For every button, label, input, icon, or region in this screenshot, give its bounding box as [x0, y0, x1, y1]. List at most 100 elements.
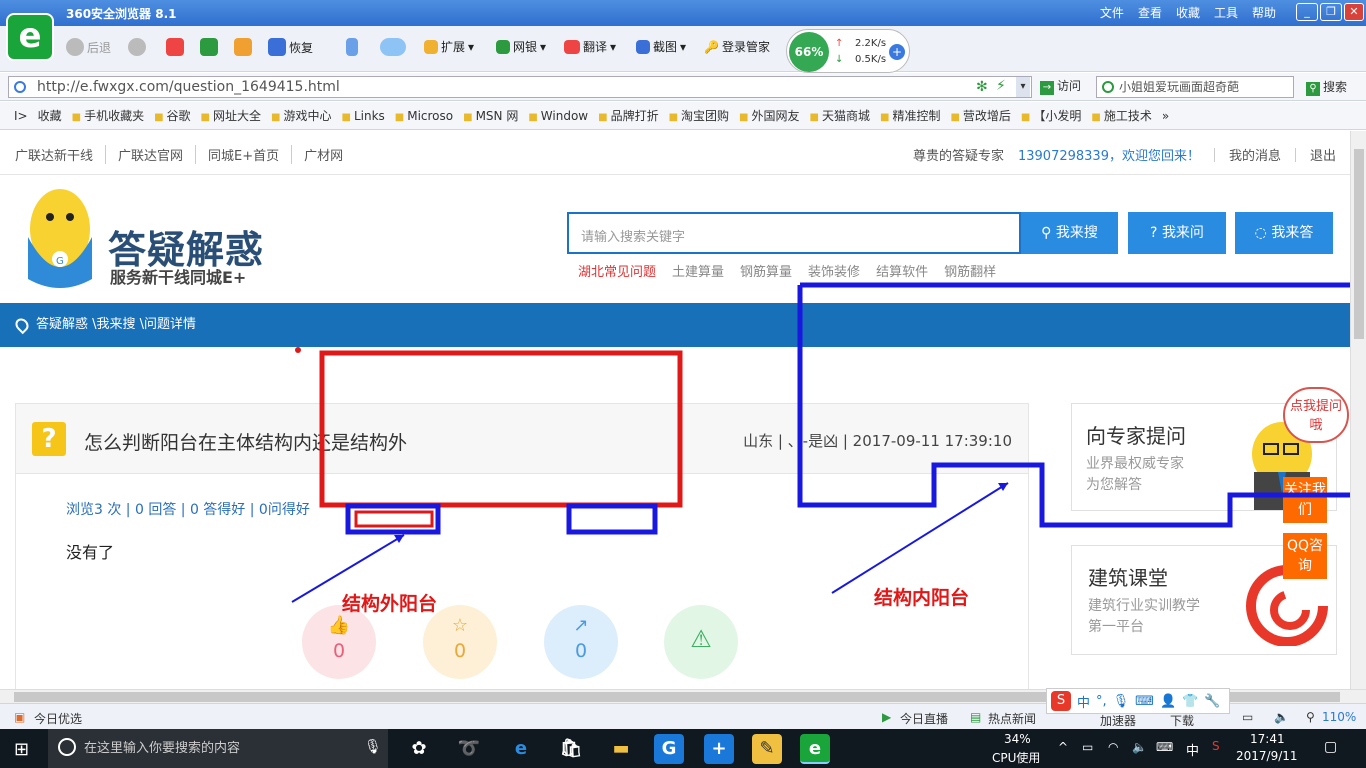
screenshot-button[interactable]: 截图 ▾ [636, 38, 686, 55]
clock-date[interactable]: 2017/9/11 [1236, 749, 1298, 763]
plus-app-icon[interactable]: + [704, 734, 734, 764]
shirt-icon[interactable]: 👕 [1182, 694, 1198, 709]
app-icon[interactable]: ✿ [404, 734, 434, 764]
bookmark-item[interactable]: 谷歌 [154, 107, 191, 124]
plus-icon[interactable]: + [889, 44, 905, 60]
maximize-button[interactable]: ❐ [1320, 3, 1342, 21]
annotation-inside-balcony: 结构内阳台 [874, 587, 970, 609]
refresh-button[interactable] [200, 38, 218, 56]
web-page: 广联达新干线 广联达官网 同城E+首页 广材网 尊贵的答疑专家 13907298… [0, 131, 1350, 689]
store-icon[interactable]: 🛍 [556, 734, 586, 764]
more-bookmarks-icon[interactable]: » [1162, 109, 1169, 123]
volume-icon[interactable]: 🔈 [1132, 740, 1147, 754]
browser-swirl-icon[interactable]: ➰ [454, 734, 484, 764]
menu-view[interactable]: 查看 [1138, 4, 1162, 21]
minimize-button[interactable]: _ [1296, 3, 1318, 21]
menu-tools[interactable]: 工具 [1214, 4, 1238, 21]
key-icon: 🔑 [704, 39, 719, 54]
home-button[interactable] [234, 38, 252, 56]
back-arrow-icon [66, 38, 84, 56]
bookmark-item[interactable]: 品牌打折 [598, 107, 659, 124]
user-icon[interactable]: 👤 [1160, 694, 1176, 709]
punctuation-icon[interactable]: °, [1096, 694, 1107, 709]
bookmark-item[interactable]: 手机收藏夹 [72, 107, 144, 124]
volume-icon[interactable]: 🔈 [1274, 710, 1289, 724]
bookmark-item[interactable]: MSN 网 [463, 107, 519, 124]
clock-time[interactable]: 17:41 [1250, 732, 1285, 746]
browser-search-button[interactable]: ⚲ 搜索 [1306, 78, 1347, 96]
bookmark-item[interactable]: 精准控制 [880, 107, 940, 124]
back-button[interactable]: 后退 [66, 38, 111, 56]
today-picks[interactable]: 今日优选 [34, 710, 82, 727]
microphone-icon[interactable]: 🎙 [1113, 694, 1130, 709]
menu-favorites[interactable]: 收藏 [1176, 4, 1200, 21]
keyboard-icon[interactable]: ⌨ [1135, 694, 1154, 709]
bookmark-item[interactable]: Links [341, 109, 385, 123]
restore-button[interactable]: 恢复 [268, 38, 313, 56]
bookmark-item[interactable]: 淘宝团购 [669, 107, 729, 124]
stop-button[interactable] [166, 38, 184, 56]
phone-button[interactable] [346, 38, 358, 56]
forward-button[interactable] [128, 38, 146, 56]
ime-indicator[interactable]: 中 [1186, 740, 1199, 759]
bookmark-item[interactable]: 施工技术 [1091, 107, 1152, 124]
microphone-icon[interactable]: 🎙 [364, 739, 382, 755]
scroll-thumb[interactable] [1354, 149, 1364, 339]
browser-search-input[interactable]: 小姐姐爱玩画面超奇葩 [1096, 76, 1294, 98]
menu-file[interactable]: 文件 [1100, 4, 1124, 21]
notification-icon[interactable]: ▢ [1324, 739, 1337, 755]
notes-icon[interactable]: ✎ [752, 734, 782, 764]
today-live[interactable]: 今日直播 [900, 710, 948, 727]
accelerator[interactable]: 加速器 [1100, 712, 1136, 729]
browser-logo-icon[interactable]: e [6, 13, 54, 61]
upload-speed: 2.2K/s [855, 38, 887, 49]
battery-icon[interactable]: ▭ [1082, 740, 1093, 754]
login-manager-button[interactable]: 🔑 登录管家 [704, 38, 770, 55]
bookmark-item[interactable]: 【小发明 [1021, 107, 1081, 124]
vertical-scrollbar[interactable] [1350, 131, 1366, 689]
edge-icon[interactable]: e [506, 734, 536, 764]
translate-button[interactable]: 翻译 ▾ [564, 38, 616, 55]
bookmark-item[interactable]: 网址大全 [201, 107, 261, 124]
gift-icon: ▣ [14, 710, 26, 724]
windows-start-icon[interactable]: ⊞ [14, 739, 29, 760]
undo-icon [268, 38, 286, 56]
bookmark-item[interactable]: 游戏中心 [271, 107, 331, 124]
folder-icon[interactable]: ▬ [606, 734, 636, 764]
wifi-icon[interactable]: ◠ [1108, 740, 1118, 754]
lightning-icon[interactable]: ⚡ [996, 78, 1006, 94]
ime-toolbar[interactable]: S 中 °, 🎙 ⌨ 👤 👕 🔧 [1046, 688, 1230, 714]
bookmark-item[interactable]: Microso [395, 109, 453, 123]
cloud-icon [380, 38, 406, 56]
keyboard-icon[interactable]: ⌨ [1156, 740, 1173, 754]
menu-help[interactable]: 帮助 [1252, 4, 1276, 21]
window-icon[interactable]: ▭ [1242, 710, 1253, 724]
zoom-level[interactable]: 110% [1322, 710, 1356, 724]
bookmark-item[interactable]: Window [528, 109, 588, 123]
taskbar-search[interactable]: 在这里输入你要搜索的内容 [48, 729, 388, 768]
close-window-button[interactable]: ✕ [1344, 3, 1364, 21]
scissors-icon [636, 39, 650, 54]
sidebar-toggle-icon[interactable]: I> [14, 109, 28, 123]
chevron-down-icon[interactable]: ▾ [1016, 77, 1030, 97]
bookmark-item[interactable]: 天猫商城 [810, 107, 870, 124]
hot-news[interactable]: 热点新闻 [988, 710, 1036, 727]
download-manager[interactable]: 下载 [1170, 712, 1194, 729]
bookmark-item[interactable]: 营改增后 [950, 107, 1011, 124]
bookmark-item[interactable]: 收藏 [38, 107, 62, 124]
wrench-icon[interactable]: 🔧 [1204, 694, 1220, 709]
netbank-button[interactable]: 网银 ▾ [496, 38, 546, 55]
cloud-button[interactable] [380, 38, 406, 56]
bookmark-item[interactable]: 外国网友 [739, 107, 800, 124]
ime-mode[interactable]: 中 [1077, 692, 1090, 711]
browser-360-icon[interactable]: e [800, 734, 830, 764]
chevron-up-icon[interactable]: ^ [1058, 740, 1068, 754]
sogou-icon[interactable]: S [1212, 739, 1220, 753]
extend-button[interactable]: 扩展 ▾ [424, 38, 474, 55]
visit-button[interactable]: → 访问 [1040, 77, 1081, 95]
glodon-icon[interactable]: G [654, 734, 684, 764]
url-input[interactable]: http://e.fwxgx.com/question_1649415.html [8, 76, 1032, 98]
network-speed-widget[interactable]: 66% ↑ 2.2K/s ↓ 0.5K/s + [786, 29, 910, 73]
download-icon: ↓ [835, 54, 844, 65]
speed-percent: 66% [789, 32, 829, 72]
